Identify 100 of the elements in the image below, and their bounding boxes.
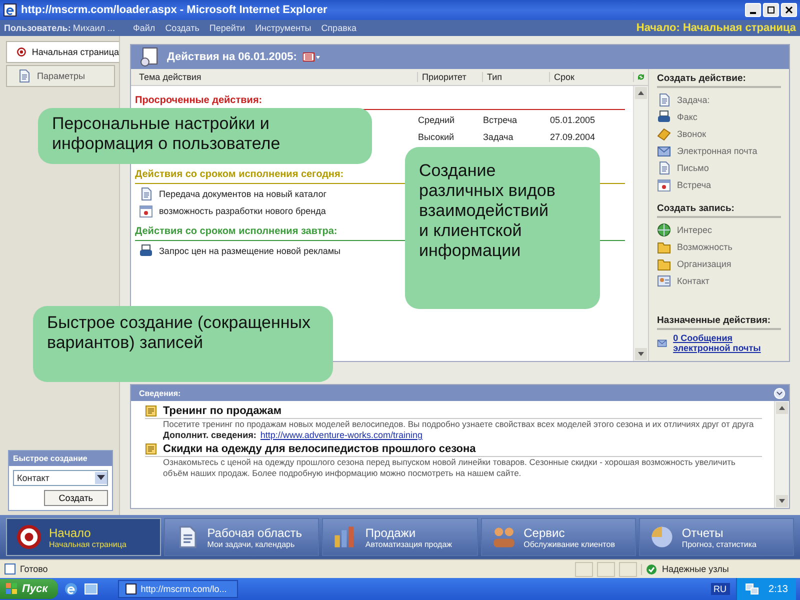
close-button[interactable] [781,3,797,17]
create-link[interactable]: Интерес [677,224,712,234]
user-name: Михаил ... [72,23,116,33]
page-location: Начало: Начальная страница [636,22,796,34]
window-icon [124,583,137,595]
check-icon [646,564,657,574]
nav-button[interactable]: Начало Начальная страница [6,518,162,556]
people-icon [492,525,516,549]
menu-item[interactable]: Справка [321,23,356,33]
section-title: Создать запись: [657,203,781,218]
scrollbar[interactable] [633,86,648,361]
pie-icon [650,525,674,549]
document-icon[interactable] [657,92,671,106]
scroll-down-button[interactable] [635,348,647,360]
status-text: Готово [20,564,49,574]
news-text: Ознакомьтесь с ценой на одежду прошлого сезона перед выпуском новой линейки товаров. Сезонные скидки - хорошая возможность увеличить объём наших продаж. Более подробную информацию можно посмотреть на нашем сайте. [162,457,736,479]
nav-button[interactable]: Рабочая область Мои задачи, календарь [164,518,320,556]
globe-icon[interactable] [657,222,671,236]
create-link[interactable]: Электронная почта [677,146,758,156]
printer-icon [139,244,153,258]
maximize-button[interactable] [763,3,779,17]
clock: 2:13 [768,584,788,594]
section-title: Назначенные действия: [657,315,781,330]
create-link[interactable]: Звонок [677,128,706,138]
scroll-up-button[interactable] [635,87,647,99]
callout: Создание различных видов взаимодействий и клиентской информации [405,147,600,309]
maximize-icon [767,6,775,14]
nav-button[interactable]: Отчеты Прогноз, статистика [638,518,794,556]
sidebar-item[interactable]: Начальная страница [6,41,119,63]
envelope-icon[interactable] [657,144,671,158]
taskbar-window-button[interactable]: http://mscrm.com/lo... [118,580,238,598]
news-title: Тренинг по продажам [163,405,282,417]
record-type-dropdown[interactable]: Контакт [13,470,108,486]
refresh-icon[interactable] [636,72,646,82]
nav-button[interactable]: Продажи Автоматизация продаж [322,518,478,556]
printer-icon[interactable] [657,110,671,124]
network-icon[interactable] [744,583,759,595]
nav-button[interactable]: Сервис Обслуживание клиентов [480,518,636,556]
start-button[interactable]: Пуск [0,579,58,599]
create-link[interactable]: Письмо [677,162,709,172]
caret-icon [97,475,105,481]
windows-logo-icon [6,583,18,595]
page-icon [4,563,16,575]
calendar-dropdown-icon[interactable] [302,52,321,62]
column-header[interactable]: Приоритет [418,72,483,82]
create-link[interactable]: Встреча [677,180,712,190]
status-pane [597,562,615,576]
note-icon [145,443,157,455]
panel-title: Действия на 06.01.2005: [167,51,297,63]
type-cell: Задача [483,132,514,142]
type-cell: Встреча [483,114,518,124]
target-icon [17,45,26,59]
create-link[interactable]: Факс [677,112,698,122]
menu-item[interactable]: Создать [165,23,200,33]
menu-item[interactable]: Инструменты [255,23,312,33]
collapse-icon[interactable] [774,388,785,398]
card-icon[interactable] [657,274,671,288]
user-label: Пользователь: [4,23,71,33]
due-date-cell: 27.09.2004 [550,132,596,142]
due-date-cell: 05.01.2005 [550,114,596,124]
folder-icon[interactable] [657,240,671,254]
note-icon [145,405,157,417]
desktop-icon[interactable] [84,582,98,596]
news-text: Посетите тренинг по продажам новых моделей велосипедов. Вы подробно узнаете свойствах всех моделей этого сезона и их отличиях друг от друга [162,419,755,430]
calendar-icon[interactable] [657,178,671,192]
menu-item[interactable]: Файл [133,23,156,33]
security-zone: Надежные узлы [662,564,729,574]
callout: Быстрое создание (сокращенных вариантов) записей [33,306,333,382]
scroll-down-button[interactable] [776,495,788,507]
target-icon [17,525,41,549]
calendar-icon [139,204,153,218]
scroll-up-button[interactable] [776,402,788,414]
folder-icon[interactable] [657,256,671,270]
language-indicator[interactable]: RU [710,583,730,595]
menu-item[interactable]: Перейти [209,23,246,33]
close-icon [785,6,793,14]
activity-subject[interactable]: Передача документов на новый каталог [159,188,327,198]
create-link[interactable]: Организация [677,258,732,268]
browser-icon [3,3,17,17]
scrollbar[interactable] [774,401,789,508]
activity-subject[interactable]: Запрос цен на размещение новой рекламы [159,246,341,256]
more-info-link[interactable]: http://www.adventure-works.com/training [260,430,422,440]
create-link[interactable]: 0 Сообщения электронной почты [673,333,781,353]
status-pane [619,562,637,576]
activity-subject[interactable]: возможность разработки нового бренда [159,206,326,216]
minimize-button[interactable] [745,3,761,17]
more-info-label: Дополнит. сведения: [163,430,256,440]
column-header[interactable]: Тип [483,72,550,82]
create-link[interactable]: Возможность [677,242,732,252]
sidebar-item[interactable]: Параметры [6,65,115,87]
browser-icon[interactable] [64,582,78,596]
news-title: Скидки на одежду для велосипедистов прошлого сезона [163,443,476,455]
create-link[interactable]: Контакт [677,276,710,286]
window-title: http://mscrm.com/loader.aspx - Microsoft Internet Explorer [21,4,328,16]
column-header[interactable]: Срок [550,72,634,82]
document-icon[interactable] [657,160,671,174]
create-link[interactable]: Задача: [677,94,710,104]
status-pane [575,562,593,576]
create-button[interactable]: Создать [44,490,108,506]
column-header[interactable]: Тема действия [135,72,418,82]
